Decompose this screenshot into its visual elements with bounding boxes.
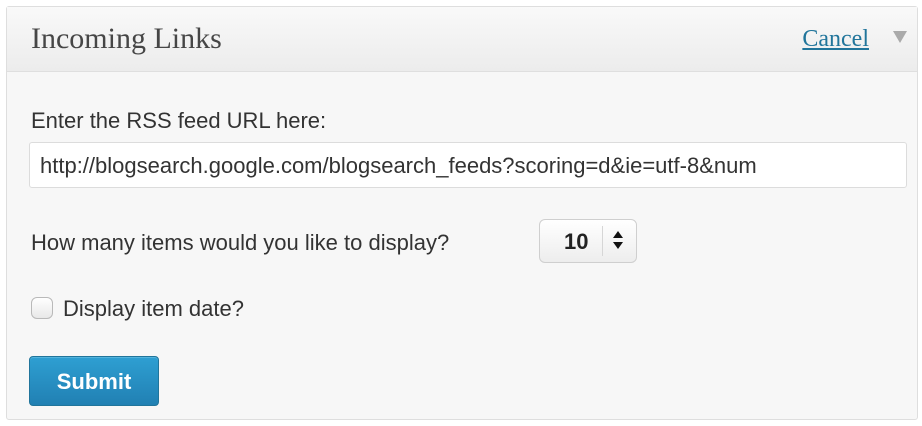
display-date-checkbox[interactable]	[31, 297, 53, 319]
feed-url-label: Enter the RSS feed URL here:	[31, 108, 327, 133]
cancel-link[interactable]: Cancel	[802, 26, 869, 53]
items-count-select[interactable]: 10	[539, 219, 637, 263]
feed-url-input[interactable]: http://blogsearch.google.com/blogsearch_…	[29, 142, 907, 188]
widget-title: Incoming Links	[31, 22, 222, 55]
select-divider	[602, 226, 603, 256]
display-date-label[interactable]: Display item date?	[63, 296, 244, 322]
incoming-links-widget: Incoming Links Cancel Enter the RSS feed…	[6, 6, 918, 420]
submit-button-label: Submit	[56, 369, 132, 394]
up-down-arrows-icon	[612, 230, 624, 252]
triangle-down-icon[interactable]	[893, 31, 907, 43]
items-count-value: 10	[564, 229, 589, 254]
widget-header: Incoming Links Cancel	[7, 7, 917, 72]
feed-url-value: http://blogsearch.google.com/blogsearch_…	[40, 153, 757, 178]
items-count-label: How many items would you like to display…	[31, 230, 450, 255]
submit-button[interactable]: Submit	[29, 356, 159, 406]
